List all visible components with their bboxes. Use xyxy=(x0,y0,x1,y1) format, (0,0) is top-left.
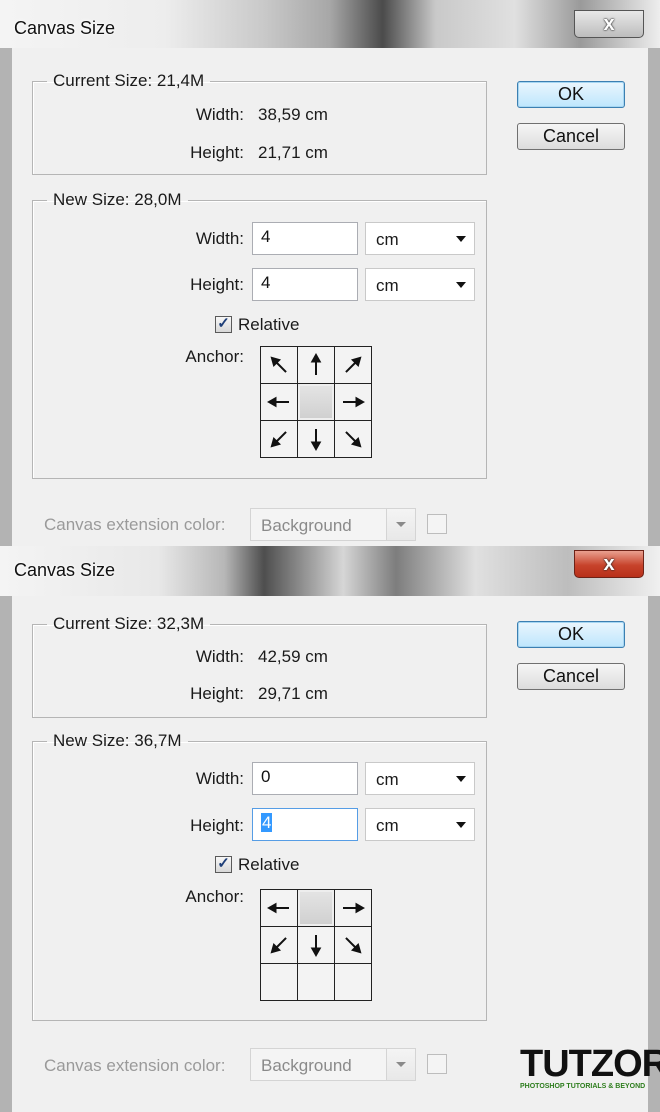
height-unit-value: cm xyxy=(376,816,399,835)
anchor-label: Anchor: xyxy=(185,887,244,906)
anchor-cell-empty[interactable] xyxy=(261,964,297,1000)
window-frame-right xyxy=(648,48,660,546)
width-unit-value: cm xyxy=(376,770,399,789)
window-frame-left xyxy=(0,596,12,1112)
logo-tagline: PHOTOSHOP TUTORIALS & BEYOND xyxy=(520,1083,646,1090)
close-icon: x xyxy=(603,552,615,575)
new-height-label: Height: xyxy=(190,275,244,294)
arrow-nw-icon[interactable] xyxy=(261,347,297,383)
anchor-center-cell[interactable] xyxy=(298,384,334,420)
chevron-down-icon xyxy=(456,236,466,242)
current-width-value: 38,59 cm xyxy=(258,105,328,124)
tutzor-logo: TUTZOR PHOTOSHOP TUTORIALS & BEYOND xyxy=(520,1043,660,1090)
height-input-value: 4 xyxy=(261,813,273,832)
relative-label[interactable]: Relative xyxy=(238,855,299,875)
width-input-value: 0 xyxy=(261,767,271,786)
window-frame-right xyxy=(648,596,660,1112)
width-input[interactable]: 4 xyxy=(252,222,358,255)
current-height-label: Height: xyxy=(190,684,244,703)
new-width-label: Width: xyxy=(195,229,244,248)
height-unit-select[interactable]: cm xyxy=(365,808,475,841)
cancel-button[interactable]: Cancel xyxy=(517,123,625,150)
width-unit-select[interactable]: cm xyxy=(365,222,475,255)
dialog-title: Canvas Size xyxy=(14,18,116,38)
extension-color-label: Canvas extension color: xyxy=(44,1056,226,1075)
new-height-label: Height: xyxy=(190,816,244,835)
title-bar[interactable]: Canvas Size x xyxy=(0,546,660,596)
arrow-down-icon[interactable] xyxy=(298,927,334,963)
dialog-client: Current Size: 21,4M Width: 38,59 cm Heig… xyxy=(12,48,648,546)
arrow-left-icon[interactable] xyxy=(261,384,297,420)
arrow-down-icon[interactable] xyxy=(298,421,334,457)
arrow-sw-icon[interactable] xyxy=(261,421,297,457)
height-unit-select[interactable]: cm xyxy=(365,268,475,301)
cancel-button[interactable]: Cancel xyxy=(517,663,625,690)
ok-button[interactable]: OK xyxy=(517,81,625,108)
anchor-center-cell[interactable] xyxy=(298,890,334,926)
arrow-right-icon[interactable] xyxy=(335,384,371,420)
close-icon: x xyxy=(603,12,615,35)
anchor-cell-empty[interactable] xyxy=(298,964,334,1000)
arrow-sw-icon[interactable] xyxy=(261,927,297,963)
anchor-label: Anchor: xyxy=(185,347,244,366)
new-size-legend: New Size: 36,7M xyxy=(53,731,182,750)
relative-checkbox[interactable]: ✓ xyxy=(215,856,232,873)
anchor-grid[interactable] xyxy=(260,346,372,458)
logo-brand: TUTZOR xyxy=(520,1043,660,1085)
chevron-down-icon xyxy=(386,509,415,540)
anchor-cell-empty[interactable] xyxy=(335,964,371,1000)
anchor-grid[interactable] xyxy=(260,889,372,1001)
chevron-down-icon xyxy=(456,776,466,782)
arrow-left-icon[interactable] xyxy=(261,890,297,926)
height-input[interactable]: 4 xyxy=(252,268,358,301)
chevron-down-icon xyxy=(456,822,466,828)
title-bar[interactable]: Canvas Size x xyxy=(0,0,660,48)
ok-button[interactable]: OK xyxy=(517,621,625,648)
new-width-label: Width: xyxy=(195,769,244,788)
height-unit-value: cm xyxy=(376,276,399,295)
current-size-legend: Current Size: 32,3M xyxy=(53,614,205,633)
extension-color-select: Background xyxy=(250,508,416,541)
width-unit-value: cm xyxy=(376,230,399,249)
window-frame-left xyxy=(0,48,12,546)
extension-color-value: Background xyxy=(261,516,352,535)
width-input[interactable]: 0 xyxy=(252,762,358,795)
extension-color-swatch xyxy=(427,1054,447,1074)
extension-color-select: Background xyxy=(250,1048,416,1081)
current-height-value: 29,71 cm xyxy=(258,684,328,703)
arrow-se-icon[interactable] xyxy=(335,421,371,457)
current-width-label: Width: xyxy=(195,105,244,124)
current-height-value: 21,71 cm xyxy=(258,143,328,162)
dialog-title: Canvas Size xyxy=(14,560,116,580)
new-size-legend: New Size: 28,0M xyxy=(53,190,182,209)
chevron-down-icon xyxy=(456,282,466,288)
dialog-client: Current Size: 32,3M Width: 42,59 cm Heig… xyxy=(12,596,648,1112)
current-width-value: 42,59 cm xyxy=(258,647,328,666)
arrow-up-icon[interactable] xyxy=(298,347,334,383)
extension-color-label: Canvas extension color: xyxy=(44,515,226,534)
height-input[interactable]: 4 xyxy=(252,808,358,841)
current-size-legend: Current Size: 21,4M xyxy=(53,71,205,90)
width-input-value: 4 xyxy=(261,227,271,246)
height-input-value: 4 xyxy=(261,273,271,292)
width-unit-select[interactable]: cm xyxy=(365,762,475,795)
relative-label[interactable]: Relative xyxy=(238,315,299,335)
canvas-size-dialog-2: Canvas Size x Current Size: 32,3M Width:… xyxy=(0,546,660,1112)
arrow-ne-icon[interactable] xyxy=(335,347,371,383)
canvas-size-dialog-1: Canvas Size x Current Size: 21,4M Width:… xyxy=(0,0,660,546)
relative-checkbox[interactable]: ✓ xyxy=(215,316,232,333)
chevron-down-icon xyxy=(386,1049,415,1080)
close-button[interactable]: x xyxy=(574,10,644,38)
arrow-right-icon[interactable] xyxy=(335,890,371,926)
extension-color-value: Background xyxy=(261,1056,352,1075)
extension-color-swatch xyxy=(427,514,447,534)
current-height-label: Height: xyxy=(190,143,244,162)
current-width-label: Width: xyxy=(195,647,244,666)
close-button[interactable]: x xyxy=(574,550,644,578)
arrow-se-icon[interactable] xyxy=(335,927,371,963)
